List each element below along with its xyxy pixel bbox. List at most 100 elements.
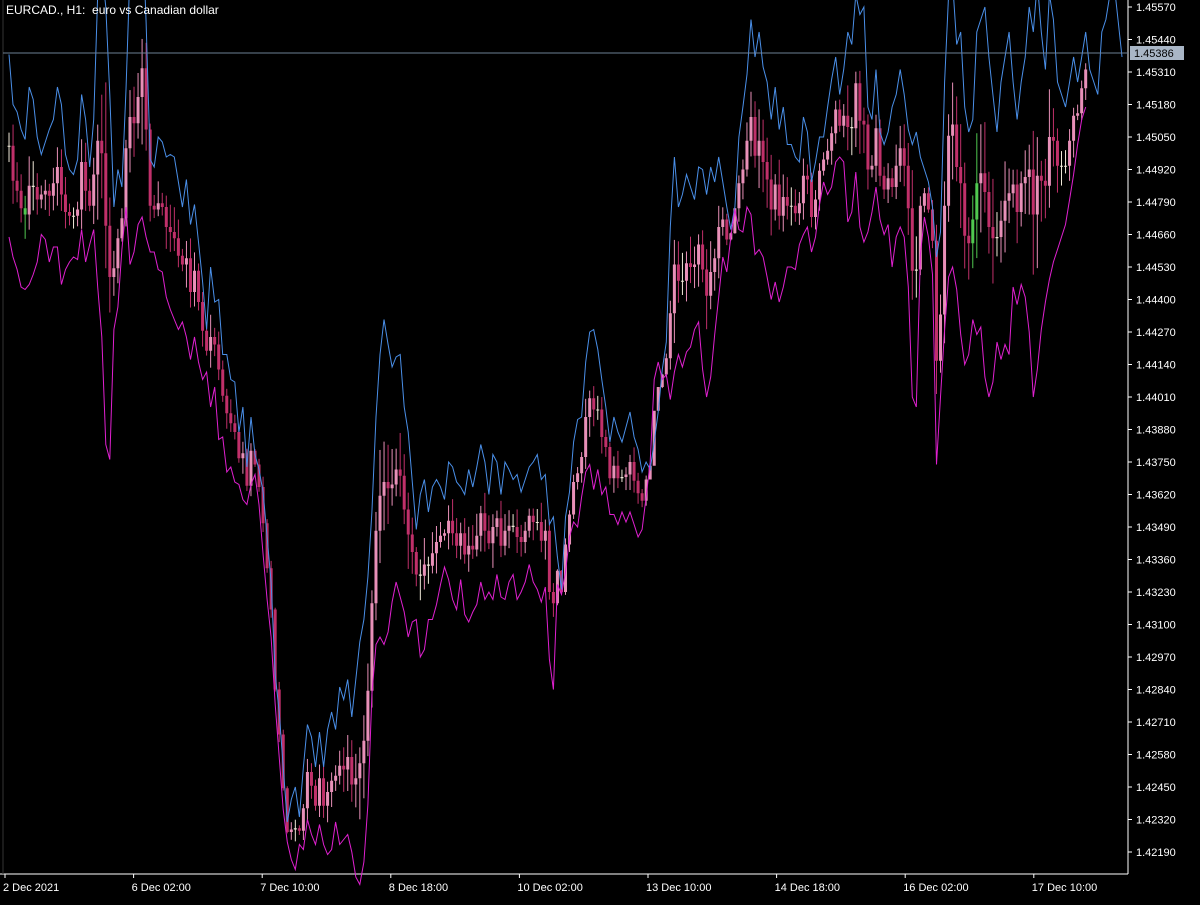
candle-body <box>870 165 874 170</box>
candle-body <box>495 518 499 527</box>
candle-body <box>753 117 757 156</box>
candle-body <box>342 765 346 770</box>
candle-body <box>749 117 753 141</box>
price-tick-label: 1.45050 <box>1136 132 1176 144</box>
time-tick-label: 13 Dec 10:00 <box>646 882 711 894</box>
price-tick-label: 1.43750 <box>1136 457 1176 469</box>
candle-body <box>59 167 63 195</box>
candle-body <box>612 465 616 479</box>
candle-body <box>394 469 398 485</box>
candle-body <box>47 190 51 196</box>
candle-body <box>451 520 455 534</box>
candle-body <box>229 413 233 424</box>
candle-body <box>551 592 555 604</box>
candlestick-chart[interactable]: 1.45570 1.45440 1.45310 1.45180 1.45050 1.449… <box>0 0 1200 900</box>
price-tick-label: 1.45570 <box>1136 2 1176 14</box>
candle-body <box>326 792 330 806</box>
price-tick-label: 1.44400 <box>1136 295 1176 307</box>
candle-body <box>910 208 914 271</box>
current-price-label: 1.45386 <box>1134 48 1174 60</box>
candle-body <box>793 205 797 214</box>
candle-body <box>503 530 507 546</box>
candle-body <box>249 450 253 486</box>
candle-body <box>987 192 991 227</box>
candle-body <box>27 185 31 215</box>
candle-body <box>225 395 229 414</box>
price-tick-label: 1.42320 <box>1136 815 1176 827</box>
candle-body <box>23 208 27 215</box>
price-tick-label: 1.42580 <box>1136 750 1176 762</box>
candle-body <box>479 513 483 536</box>
candle-body <box>668 313 672 359</box>
candle-body <box>168 227 172 232</box>
candle-body <box>201 302 205 331</box>
candle-body <box>148 129 152 206</box>
candle-body <box>588 398 592 417</box>
candle-body <box>781 197 785 216</box>
candle-body <box>346 757 350 770</box>
candle-body <box>1043 180 1047 186</box>
candle-body <box>979 173 983 184</box>
candle-body <box>866 124 870 170</box>
candle-body <box>906 165 910 209</box>
candle-body <box>894 165 898 187</box>
candle-body <box>68 212 72 216</box>
candle-body <box>96 140 100 175</box>
time-tick-label: 2 Dec 2021 <box>3 882 59 894</box>
candle-body <box>805 175 809 180</box>
candle-body <box>108 225 112 277</box>
candle-body <box>35 187 39 200</box>
candle-body <box>809 179 813 217</box>
candle-body <box>193 270 197 292</box>
candle-body <box>1011 184 1015 194</box>
candle-body <box>592 398 596 410</box>
candle-body <box>745 140 749 170</box>
chart-area[interactable]: 1.45570 1.45440 1.45310 1.45180 1.45050 1.449… <box>0 0 1200 900</box>
candle-body <box>455 533 459 546</box>
candle-body <box>1080 88 1084 114</box>
candle-body <box>92 174 96 206</box>
candle-body <box>1035 175 1039 215</box>
candle-body <box>309 772 313 786</box>
candle-body <box>1059 165 1063 167</box>
candle-body <box>580 457 584 474</box>
time-tick-label: 8 Dec 18:00 <box>389 882 448 894</box>
candle-body <box>886 178 890 190</box>
candle-body <box>898 148 902 166</box>
candle-body <box>737 183 741 209</box>
candle-body <box>390 484 394 489</box>
candle-body <box>531 515 535 522</box>
candle-body <box>846 115 850 127</box>
candle-body <box>301 808 305 831</box>
candle-body <box>358 763 362 779</box>
candle-body <box>39 194 43 200</box>
price-tick-label: 1.43100 <box>1136 620 1176 632</box>
candle-body <box>926 193 930 210</box>
price-tick-label: 1.44140 <box>1136 360 1176 372</box>
candle-body <box>382 482 386 496</box>
candle-body <box>426 564 430 566</box>
candle-body <box>1019 183 1023 212</box>
candle-body <box>156 203 160 210</box>
candle-body <box>152 205 156 210</box>
candle-body <box>1007 193 1011 201</box>
candle-body <box>209 337 213 351</box>
candle-body <box>697 244 701 265</box>
candle-body <box>443 533 447 536</box>
candle-body <box>785 197 789 206</box>
candle-body <box>713 258 717 272</box>
candle-body <box>1064 165 1068 167</box>
price-tick-label: 1.45310 <box>1136 67 1176 79</box>
candle-body <box>664 358 668 375</box>
candle-body <box>76 209 80 216</box>
candle-body <box>140 68 144 97</box>
candle-body <box>180 255 184 265</box>
candle-body <box>471 545 475 550</box>
candle-body <box>519 537 523 542</box>
candle-body <box>338 765 342 776</box>
candle-body <box>459 533 463 546</box>
candle-body <box>818 170 822 200</box>
candle-body <box>535 522 539 523</box>
candle-body <box>789 205 793 207</box>
candle-body <box>539 522 543 541</box>
